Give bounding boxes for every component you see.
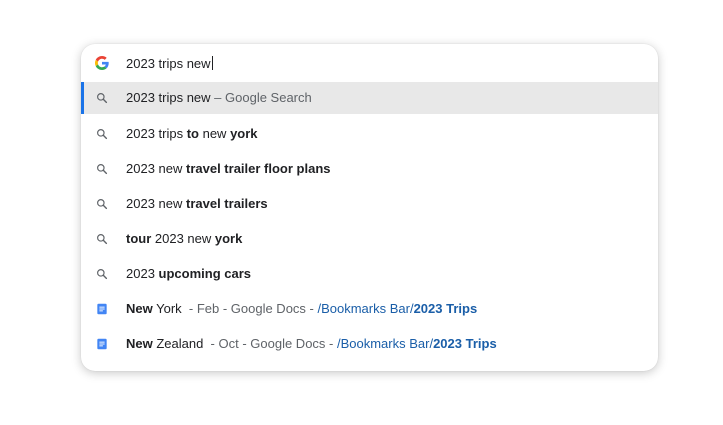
search-suggestion[interactable]: 2023 upcoming cars bbox=[81, 258, 658, 290]
document-suggestion[interactable]: New Zealand - Oct - Google Docs - /Bookm… bbox=[81, 328, 658, 360]
google-logo-icon bbox=[95, 56, 109, 70]
omnibox-dropdown: 2023 trips new 2023 trips new – Google S… bbox=[81, 44, 658, 371]
search-suggestion[interactable]: 2023 new travel trailers bbox=[81, 188, 658, 220]
suggestion-text-part: New bbox=[126, 301, 153, 316]
suggestion-text: 2023 trips to new york bbox=[126, 126, 258, 141]
search-suggestion[interactable]: 2023 new travel trailer floor plans bbox=[81, 153, 658, 185]
search-icon bbox=[95, 127, 109, 141]
selection-indicator bbox=[81, 82, 84, 114]
search-suggestion[interactable]: tour 2023 new york bbox=[81, 223, 658, 255]
google-docs-icon bbox=[95, 302, 109, 316]
suggestion-text-part: 2023 Trips bbox=[413, 301, 478, 316]
search-icon bbox=[95, 232, 109, 246]
suggestion-text-part: upcoming cars bbox=[158, 266, 252, 281]
suggestion-text-part: 2023 trips new bbox=[126, 90, 211, 105]
suggestion-text-part: /Bookmarks Bar/ bbox=[317, 301, 414, 316]
suggestion-text: New Zealand - Oct - Google Docs - /Bookm… bbox=[126, 336, 497, 351]
suggestion-text-part: to bbox=[186, 126, 199, 141]
suggestion-text-part: 2023 new bbox=[126, 161, 186, 176]
suggestion-text-part: 2023 bbox=[126, 266, 159, 281]
suggestion-text-part: tour bbox=[126, 231, 152, 246]
text-caret bbox=[211, 56, 213, 70]
suggestion-text-part: York bbox=[152, 301, 182, 316]
suggestion-text-part: 2023 trips bbox=[126, 126, 187, 141]
search-icon bbox=[95, 162, 109, 176]
suggestion-text-part: 2023 new bbox=[151, 231, 215, 246]
suggestion-text-part: travel trailer floor plans bbox=[186, 161, 331, 176]
suggestion-text-part: New bbox=[126, 336, 153, 351]
search-icon bbox=[95, 91, 109, 105]
suggestion-text: tour 2023 new york bbox=[126, 231, 242, 246]
document-suggestion[interactable]: New York - Feb - Google Docs - /Bookmark… bbox=[81, 293, 658, 325]
search-icon bbox=[95, 267, 109, 281]
search-suggestion[interactable]: 2023 trips new – Google Search bbox=[81, 82, 658, 114]
search-icon bbox=[95, 197, 109, 211]
suggestion-text-part: 2023 new bbox=[126, 196, 186, 211]
suggestion-text-part: york bbox=[230, 126, 258, 141]
omnibox-input-row[interactable]: 2023 trips new bbox=[81, 44, 658, 82]
suggestion-text: New York - Feb - Google Docs - /Bookmark… bbox=[126, 301, 477, 316]
suggestion-text-part: – Google Search bbox=[210, 90, 312, 105]
suggestion-text: 2023 new travel trailer floor plans bbox=[126, 161, 331, 176]
google-docs-icon bbox=[95, 337, 109, 351]
suggestion-text: 2023 new travel trailers bbox=[126, 196, 268, 211]
suggestion-text-part: /Bookmarks Bar/ bbox=[336, 336, 434, 351]
suggestion-text: 2023 upcoming cars bbox=[126, 266, 251, 281]
suggestion-text-part: travel trailers bbox=[186, 196, 268, 211]
suggestion-text-part: new bbox=[198, 126, 231, 141]
suggestion-text-part: york bbox=[214, 231, 243, 246]
suggestion-text: 2023 trips new – Google Search bbox=[126, 90, 312, 105]
suggestion-text-part: - Oct - Google Docs - bbox=[203, 336, 337, 351]
search-suggestion[interactable]: 2023 trips to new york bbox=[81, 118, 658, 150]
suggestion-text-part: 2023 Trips bbox=[433, 336, 497, 351]
search-input[interactable]: 2023 trips new bbox=[126, 56, 213, 71]
suggestion-text-part: Zealand bbox=[152, 336, 204, 351]
suggestion-text-part: - Feb - Google Docs - bbox=[181, 301, 318, 316]
